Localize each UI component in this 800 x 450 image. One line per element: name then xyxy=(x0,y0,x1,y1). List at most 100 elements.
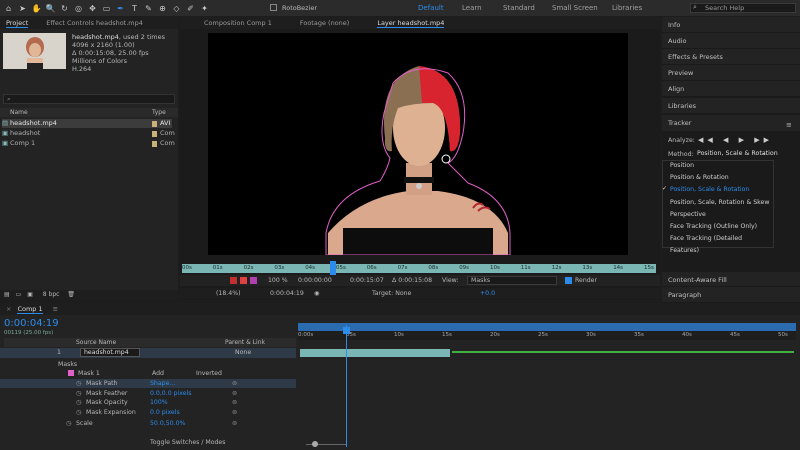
selection-tool-icon[interactable]: ➤ xyxy=(17,3,28,14)
panel-effects-presets[interactable]: Effects & Presets xyxy=(662,49,800,65)
pan-behind-tool-icon[interactable]: ✥ xyxy=(87,3,98,14)
panel-tracker[interactable]: Tracker xyxy=(662,115,800,131)
stopwatch-icon[interactable]: ◷ xyxy=(76,408,81,417)
view-dropdown[interactable]: Masks xyxy=(467,276,557,285)
in-point-timecode[interactable]: 0:00:00:00 xyxy=(298,275,332,286)
work-area-bar[interactable] xyxy=(298,323,796,331)
playhead-line[interactable] xyxy=(346,325,347,447)
panel-paragraph[interactable]: Paragraph xyxy=(662,287,800,303)
out-point-timecode[interactable]: 0:00:15:07 xyxy=(350,275,384,286)
rotate-tool-icon[interactable]: ↻ xyxy=(59,3,70,14)
menu-item-position-rotation[interactable]: Position & Rotation xyxy=(665,172,773,184)
timeline-ruler[interactable]: 0:00s 05s 10s 15s 20s 25s 30s 35s 40s 45s 50s xyxy=(298,331,796,340)
layer-time-ruler[interactable]: 00s 01s 02s 03s 04s 05s 06s 07s 08s 09s 10s 11s 12s 1… xyxy=(182,264,656,273)
workspace-small-screen[interactable]: Small Screen xyxy=(552,4,598,12)
menu-item-perspective[interactable]: Perspective xyxy=(665,209,773,221)
list-item[interactable]: ▣ Comp 1 Com xyxy=(2,139,175,148)
toggle-switches-modes[interactable]: Toggle Switches / Modes xyxy=(150,439,225,446)
tab-footage[interactable]: Footage (none) xyxy=(300,19,349,27)
property-value[interactable]: 0.0 pixels xyxy=(150,408,180,417)
workspace-default[interactable]: Default xyxy=(418,4,444,12)
bpc-label[interactable]: 8 bpc xyxy=(35,291,60,298)
mask-property-row[interactable]: ◷ Mask Path Shape... ⊚ xyxy=(0,379,296,388)
snapshot-icon[interactable]: ◉ xyxy=(314,288,319,299)
video-frame[interactable] xyxy=(208,33,628,255)
type-tool-icon[interactable]: T xyxy=(129,3,140,14)
stopwatch-icon[interactable]: ◷ xyxy=(66,419,71,428)
masks-group[interactable]: Masks xyxy=(58,360,77,369)
search-help-input[interactable]: Search Help xyxy=(690,3,796,13)
new-folder-icon[interactable]: ▭ xyxy=(12,291,22,298)
panel-libraries[interactable]: Libraries xyxy=(662,98,800,114)
stopwatch-icon[interactable]: ◷ xyxy=(76,389,81,398)
color-swatch[interactable] xyxy=(240,277,247,284)
track-point[interactable] xyxy=(441,154,451,164)
property-value[interactable]: 50.0,50.0% xyxy=(150,419,185,428)
analyze-buttons[interactable]: ◀◀ ◀ ▶ ▶▶ xyxy=(698,136,773,144)
link-icon[interactable]: ⊚ xyxy=(232,379,237,388)
chevron-down-icon[interactable]: ⌄ xyxy=(762,150,767,157)
rectangle-tool-icon[interactable]: ▭ xyxy=(101,3,112,14)
link-icon[interactable]: ⊚ xyxy=(232,408,237,417)
interpret-footage-icon[interactable]: ▤ xyxy=(0,291,10,298)
render-checkbox[interactable] xyxy=(565,277,572,284)
mask-property-row[interactable]: ◷ Mask Expansion 0.0 pixels ⊚ xyxy=(0,408,296,417)
workspace-libraries[interactable]: Libraries xyxy=(612,4,642,12)
mask-name[interactable]: Mask 1 xyxy=(78,369,100,378)
panel-align[interactable]: Align xyxy=(662,81,800,97)
layer-row[interactable] xyxy=(0,348,296,358)
col-name[interactable]: Name xyxy=(0,109,28,116)
playhead-handle[interactable] xyxy=(343,327,350,334)
timeline-zoom-slider[interactable] xyxy=(300,441,480,447)
tab-project[interactable]: Project xyxy=(6,19,29,28)
clone-tool-icon[interactable]: ⊕ xyxy=(157,3,168,14)
tab-effect-controls[interactable]: Effect Controls headshot.mp4 xyxy=(46,19,143,27)
workspace-standard[interactable]: Standard xyxy=(503,4,535,12)
workspace-learn[interactable]: Learn xyxy=(462,4,482,12)
mask-mode-dropdown[interactable]: Add xyxy=(152,369,164,378)
menu-item-face-tracking-detailed[interactable]: Face Tracking (Detailed Features) xyxy=(665,233,773,254)
menu-item-position-scale-rotation-skew[interactable]: Position, Scale, Rotation & Skew xyxy=(665,197,773,209)
property-value[interactable]: Shape... xyxy=(150,379,175,388)
delete-icon[interactable]: 🗑 xyxy=(61,291,75,298)
layer-name[interactable]: headshot.mp4 xyxy=(80,348,140,357)
timeline-timecode[interactable]: 0:00:04:19 xyxy=(4,318,59,329)
new-comp-icon[interactable]: ▣ xyxy=(23,291,33,298)
home-icon[interactable]: ⌂ xyxy=(3,3,14,14)
panel-info[interactable]: Info xyxy=(662,17,800,33)
hand-tool-icon[interactable]: ✋ xyxy=(31,3,42,14)
tab-comp1[interactable]: Comp 1 xyxy=(17,305,43,314)
target-dropdown[interactable]: Target: None xyxy=(372,288,411,299)
property-value[interactable]: 100% xyxy=(150,398,168,407)
eraser-tool-icon[interactable]: ◇ xyxy=(171,3,182,14)
col-source-name[interactable]: Source Name xyxy=(76,338,116,347)
list-item[interactable]: ▤ headshot.mp4 AVI xyxy=(2,119,172,128)
panel-menu-icon[interactable]: ≡ xyxy=(786,121,792,129)
col-type[interactable]: Type xyxy=(152,108,166,117)
layer-duration-bar[interactable] xyxy=(300,349,450,357)
mask-color[interactable] xyxy=(68,370,74,376)
stopwatch-icon[interactable]: ◷ xyxy=(76,398,81,407)
mask-property-row[interactable]: ◷ Scale 50.0,50.0% ⊚ xyxy=(0,419,296,428)
zoom-tool-icon[interactable]: 🔍 xyxy=(45,3,56,14)
pen-tool-icon[interactable]: ✒ xyxy=(115,3,126,14)
link-icon[interactable]: ⊚ xyxy=(232,398,237,407)
project-search-input[interactable]: ⌕ xyxy=(3,94,175,104)
tab-menu-icon[interactable]: ≡ xyxy=(53,305,58,313)
percent-label[interactable]: 100 % xyxy=(268,275,288,286)
link-icon[interactable]: ⊚ xyxy=(232,389,237,398)
color-swatch[interactable] xyxy=(250,277,257,284)
color-swatch[interactable] xyxy=(230,277,237,284)
panel-content-aware-fill[interactable]: Content-Aware Fill xyxy=(662,271,800,287)
link-icon[interactable]: ⊚ xyxy=(232,419,237,428)
current-time-indicator[interactable] xyxy=(330,261,336,275)
rotobezier-checkbox[interactable] xyxy=(270,4,277,11)
exposure-value[interactable]: +0.0 xyxy=(480,288,495,299)
tab-composition[interactable]: Composition Comp 1 xyxy=(204,19,272,27)
panel-preview[interactable]: Preview xyxy=(662,65,800,81)
roto-brush-tool-icon[interactable]: ✐ xyxy=(185,3,196,14)
parent-dropdown[interactable]: None xyxy=(235,349,251,356)
video-canvas[interactable] xyxy=(208,33,628,255)
brush-tool-icon[interactable]: ✎ xyxy=(143,3,154,14)
menu-item-face-tracking-outline[interactable]: Face Tracking (Outline Only) xyxy=(665,221,773,233)
